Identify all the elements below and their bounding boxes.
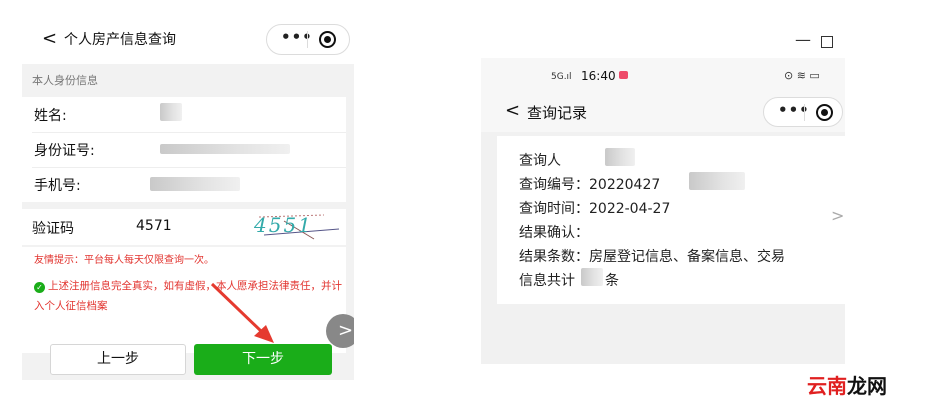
close-icon[interactable] [816, 104, 833, 121]
record-result: 结果确认： [519, 225, 589, 241]
status-time: 16:40 [581, 69, 616, 83]
count-redacted [581, 268, 603, 286]
person-redacted [605, 148, 635, 166]
record-count-unit: 条 [605, 273, 619, 289]
red-arrow-annotation [210, 282, 274, 343]
record-count-total: 信息共计 [519, 273, 575, 289]
status-bar: 5G.ıl 16:40 ⊙ ≋ ▭ [481, 58, 845, 92]
record-card[interactable]: 查询人 查询编号：20220427 查询时间：2022-04-27 结果确认： … [497, 136, 845, 304]
miniprogram-capsule: ••• [763, 97, 843, 127]
notification-icon [619, 71, 628, 79]
record-time: 查询时间：2022-04-27 [519, 201, 671, 217]
record-count: 结果条数：房屋登记信息、备案信息、交易 [519, 249, 785, 265]
chevron-right-icon: > [831, 206, 845, 225]
watermark-logo: 云南龙网 [807, 370, 887, 399]
number-redacted [689, 172, 745, 190]
back-icon[interactable]: < [505, 100, 520, 121]
minimize-icon[interactable]: — [795, 30, 811, 49]
maximize-icon[interactable] [821, 36, 833, 48]
signal-icon: 5G.ıl [551, 72, 572, 82]
watermark-part2: 龙网 [847, 374, 887, 398]
more-icon[interactable]: ••• [778, 101, 810, 119]
record-person: 查询人 [519, 153, 561, 169]
house-query-screen: < 个人房产信息查询 ••• 本人身份信息 姓名: 身份证号: 手机号: 验证码… [22, 14, 354, 380]
watermark-part1: 云南 [807, 374, 847, 398]
capsule-divider [804, 104, 805, 121]
status-icons: ⊙ ≋ ▭ [784, 69, 820, 82]
window-titlebar: — [481, 28, 845, 58]
nav-bar: < 查询记录 ••• [481, 92, 845, 132]
page-title: 查询记录 [527, 104, 588, 122]
query-record-screen: — 5G.ıl 16:40 ⊙ ≋ ▭ < 查询记录 ••• 查询人 查询编号：… [481, 28, 845, 364]
record-number: 查询编号：20220427 [519, 177, 661, 193]
